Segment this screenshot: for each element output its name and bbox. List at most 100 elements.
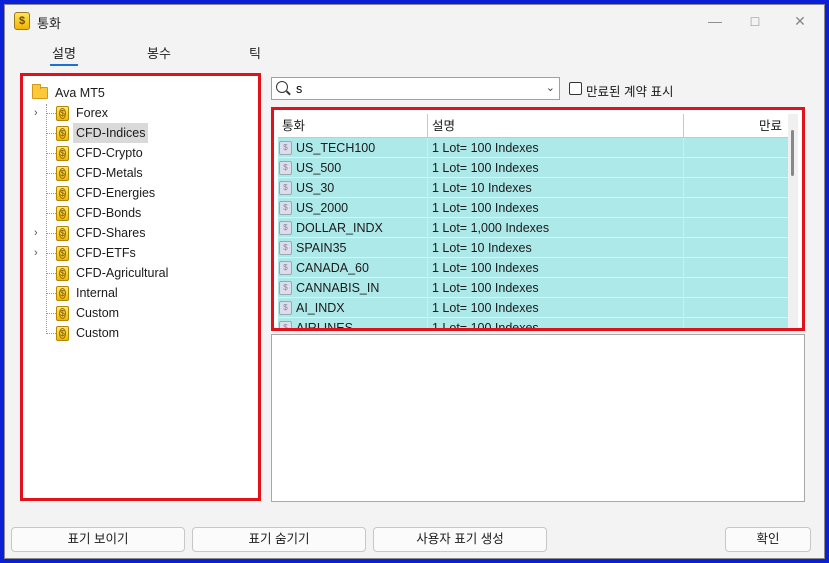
hide-symbol-button[interactable]: 표기 숨기기	[192, 527, 366, 552]
chevron-right-icon[interactable]: ›	[34, 223, 44, 243]
symbol-cell: $ US_30	[278, 178, 428, 198]
active-tab-underline	[50, 64, 78, 66]
symbol-cell: $ AIRLINES	[278, 318, 428, 328]
search-input[interactable]	[294, 80, 534, 97]
currency-icon: $	[56, 166, 69, 181]
currency-icon: $	[56, 186, 69, 201]
tree-item[interactable]: › $ CFD-ETFs	[23, 243, 253, 263]
currency-app-icon: $	[14, 12, 30, 30]
chevron-right-icon[interactable]: ›	[34, 103, 44, 123]
ok-button[interactable]: 확인	[725, 527, 811, 552]
symbol-cell: $ US_TECH100	[278, 138, 428, 158]
chevron-down-icon[interactable]: ⌄	[546, 81, 555, 94]
column-header-symbol[interactable]: 통화	[278, 114, 428, 138]
tab-ticks-label: 틱	[249, 46, 261, 61]
currency-icon: $	[56, 226, 69, 241]
symbol-name: US_TECH100	[296, 141, 376, 155]
tree-item[interactable]: $ Custom	[23, 303, 253, 323]
description-cell: 1 Lot= 100 Indexes	[428, 158, 684, 178]
tree-connector	[47, 173, 56, 174]
symbol-name: AIRLINES	[296, 321, 353, 328]
symbol-name: DOLLAR_INDX	[296, 221, 383, 235]
tree-item[interactable]: › $ Forex	[23, 103, 253, 123]
symbol-name: US_30	[296, 181, 335, 195]
tab-ticks[interactable]: 틱	[249, 43, 261, 62]
tree-item-label: CFD-ETFs	[76, 246, 136, 260]
table-row[interactable]: $ AI_INDX 1 Lot= 100 Indexes	[278, 298, 788, 318]
description-cell: 1 Lot= 10 Indexes	[428, 178, 684, 198]
table-row[interactable]: $ CANNABIS_IN 1 Lot= 100 Indexes	[278, 278, 788, 298]
table-header: 통화 설명 만료	[278, 114, 788, 138]
tab-bars-label: 봉수	[147, 46, 171, 61]
tree-item-label: CFD-Crypto	[76, 146, 143, 160]
tree-connector	[47, 273, 56, 274]
symbol-name: US_500	[296, 161, 342, 175]
description-cell: 1 Lot= 100 Indexes	[428, 318, 684, 328]
currency-icon: $	[56, 286, 69, 301]
currency-icon: $	[56, 266, 69, 281]
expiry-cell	[684, 278, 788, 298]
tab-description[interactable]: 설명	[50, 43, 78, 66]
tree-item[interactable]: $ CFD-Agricultural	[23, 263, 253, 283]
description-cell: 1 Lot= 10 Indexes	[428, 238, 684, 258]
symbol-cell: $ US_2000	[278, 198, 428, 218]
tree-item[interactable]: $ Internal	[23, 283, 253, 303]
symbol-name: US_2000	[296, 201, 349, 215]
tree-item[interactable]: $ CFD-Crypto	[23, 143, 253, 163]
symbol-icon: $	[279, 221, 292, 235]
close-icon[interactable]: ✕	[784, 9, 816, 33]
table-row[interactable]: $ US_500 1 Lot= 100 Indexes	[278, 158, 788, 178]
description-cell: 1 Lot= 100 Indexes	[428, 198, 684, 218]
table-row[interactable]: $ US_2000 1 Lot= 100 Indexes	[278, 198, 788, 218]
currency-icon: $	[56, 206, 69, 221]
currency-icon: $	[56, 146, 69, 161]
symbol-icon: $	[279, 161, 292, 175]
symbol-icon: $	[279, 241, 292, 255]
column-header-expiry[interactable]: 만료	[684, 114, 788, 138]
currency-icon: $	[56, 106, 69, 121]
tree-item[interactable]: $ CFD-Bonds	[23, 203, 253, 223]
tree-item[interactable]: $ CFD-Energies	[23, 183, 253, 203]
tree-root-ava-mt5[interactable]: Ava MT5	[23, 83, 253, 103]
tree-item[interactable]: › $ CFD-Shares	[23, 223, 253, 243]
column-header-description[interactable]: 설명	[428, 114, 684, 138]
table-row[interactable]: $ AIRLINES 1 Lot= 100 Indexes	[278, 318, 788, 328]
tree-item[interactable]: $ Custom	[23, 323, 253, 343]
expiry-cell	[684, 258, 788, 278]
symbol-icon: $	[279, 181, 292, 195]
tree-item[interactable]: $ CFD-Indices	[23, 123, 253, 143]
scrollbar-thumb[interactable]	[791, 130, 794, 176]
chevron-right-icon[interactable]: ›	[34, 243, 44, 263]
show-expired-checkbox[interactable]	[569, 82, 582, 95]
search-icon	[276, 81, 288, 93]
maximize-icon[interactable]: □	[739, 9, 771, 33]
expiry-cell	[684, 318, 788, 328]
create-custom-symbol-button[interactable]: 사용자 표기 생성	[373, 527, 547, 552]
table-row[interactable]: $ US_TECH100 1 Lot= 100 Indexes	[278, 138, 788, 158]
symbol-icon: $	[279, 261, 292, 275]
currency-icon: $	[56, 306, 69, 321]
table-row[interactable]: $ US_30 1 Lot= 10 Indexes	[278, 178, 788, 198]
symbol-details-panel	[271, 334, 805, 502]
tree-item-label: Forex	[76, 106, 108, 120]
show-symbol-button[interactable]: 표기 보이기	[11, 527, 185, 552]
vertical-scrollbar[interactable]	[788, 114, 798, 328]
symbol-search[interactable]: ⌄	[271, 77, 560, 100]
table-row[interactable]: $ DOLLAR_INDX 1 Lot= 1,000 Indexes	[278, 218, 788, 238]
currency-icon: $	[56, 246, 69, 261]
symbol-icon: $	[279, 201, 292, 215]
window-title: 통화	[37, 16, 61, 31]
table-row[interactable]: $ CANADA_60 1 Lot= 100 Indexes	[278, 258, 788, 278]
description-cell: 1 Lot= 1,000 Indexes	[428, 218, 684, 238]
table-row[interactable]: $ SPAIN35 1 Lot= 10 Indexes	[278, 238, 788, 258]
symbol-cell: $ CANNABIS_IN	[278, 278, 428, 298]
tree-item[interactable]: $ CFD-Metals	[23, 163, 253, 183]
symbol-name: SPAIN35	[296, 241, 347, 255]
description-cell: 1 Lot= 100 Indexes	[428, 138, 684, 158]
tab-bars[interactable]: 봉수	[147, 43, 171, 62]
description-cell: 1 Lot= 100 Indexes	[428, 258, 684, 278]
description-cell: 1 Lot= 100 Indexes	[428, 298, 684, 318]
expiry-cell	[684, 218, 788, 238]
minimize-icon[interactable]: —	[699, 9, 731, 33]
symbol-name: CANADA_60	[296, 261, 369, 275]
